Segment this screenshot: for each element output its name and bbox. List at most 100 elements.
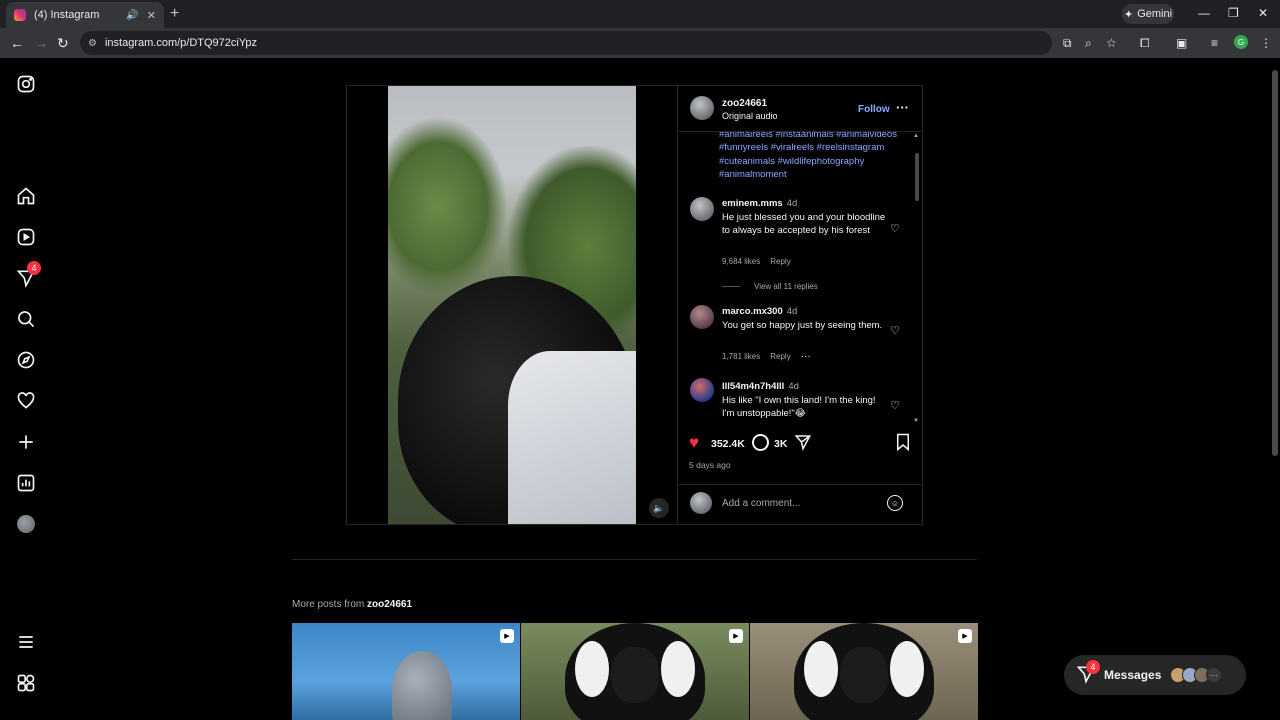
- reel-indicator-icon: ▶: [958, 629, 972, 643]
- comment-username[interactable]: lll54m4n7h4lll 4d: [722, 381, 799, 392]
- messages-button[interactable]: 4 Messages ···: [1064, 655, 1246, 695]
- post-thumbnail[interactable]: ▶: [521, 623, 749, 720]
- comment-username[interactable]: eminem.mms 4d: [722, 198, 797, 209]
- thumbnail-dolphin: [392, 651, 452, 720]
- post-thumbnail[interactable]: ▶: [292, 623, 520, 720]
- also-from-meta-icon[interactable]: [15, 672, 37, 694]
- gibbon-face: [611, 647, 659, 703]
- install-app-icon[interactable]: ⧉: [1063, 36, 1072, 51]
- comment-text: You get so happy just by seeing them.: [722, 320, 883, 331]
- save-bookmark-icon[interactable]: [895, 433, 911, 451]
- comment-meta: 9,684 likes Reply: [722, 257, 801, 266]
- gibbon-face: [840, 647, 888, 703]
- caption-hashtags[interactable]: #animalreels #instaanimals #animalvideos…: [719, 132, 904, 181]
- comment-more-icon[interactable]: ···: [801, 351, 811, 362]
- commenter-avatar[interactable]: [690, 305, 714, 329]
- scroll-up-icon[interactable]: ▲: [913, 133, 919, 139]
- gibbon-cheek: [804, 641, 838, 697]
- audio-label[interactable]: Original audio: [722, 111, 778, 121]
- commenter-avatar[interactable]: [690, 197, 714, 221]
- create-plus-icon[interactable]: [15, 431, 37, 453]
- comment-meta: 1,781 likes Reply ···: [722, 351, 821, 362]
- forward-icon[interactable]: →: [34, 35, 48, 51]
- comment-icon[interactable]: [752, 434, 769, 451]
- comment-like-heart-icon[interactable]: ♡: [890, 222, 900, 235]
- comments-scrollbar[interactable]: ▲ ▼: [913, 133, 921, 426]
- post-thumbnail[interactable]: ▶: [750, 623, 978, 720]
- comment-username-text[interactable]: lll54m4n7h4lll: [722, 381, 784, 392]
- more-posts-username[interactable]: zoo24661: [367, 599, 412, 610]
- notifications-heart-icon[interactable]: [15, 390, 37, 412]
- post-header: zoo24661 Original audio Follow ···: [678, 86, 923, 132]
- commenter-avatar[interactable]: [690, 378, 714, 402]
- comment-reply-button[interactable]: Reply: [770, 257, 790, 266]
- new-tab-icon[interactable]: +: [170, 5, 179, 23]
- comment-username[interactable]: marco.mx300 4d: [722, 306, 797, 317]
- more-posts-prefix: More posts from: [292, 599, 365, 610]
- comment-likes[interactable]: 1,781 likes: [722, 352, 760, 361]
- site-info-icon[interactable]: ⚙: [88, 38, 97, 49]
- url-text: instagram.com/p/DTQ972ciYpz: [104, 37, 257, 49]
- instagram-favicon-icon: [14, 9, 26, 21]
- explore-icon[interactable]: [15, 349, 37, 371]
- home-icon[interactable]: [15, 185, 37, 207]
- gemini-label: Gemini: [1137, 8, 1173, 20]
- like-heart-icon[interactable]: ♥: [689, 433, 699, 453]
- follow-button[interactable]: Follow: [858, 104, 890, 115]
- thumbnail-gibbon: [794, 623, 934, 720]
- comment-username-text[interactable]: eminem.mms: [722, 198, 783, 209]
- page-scroll-thumb[interactable]: [1272, 70, 1278, 456]
- zoom-icon[interactable]: ⌕: [1085, 36, 1092, 51]
- thumbnail-gibbon: [565, 623, 705, 720]
- split-view-icon[interactable]: ▣: [1176, 36, 1187, 50]
- tab-close-icon[interactable]: ✕: [147, 9, 156, 22]
- dashboard-icon[interactable]: [15, 472, 37, 494]
- author-avatar[interactable]: [690, 96, 714, 120]
- instagram-logo-icon[interactable]: [15, 73, 37, 95]
- reload-icon[interactable]: ↻: [57, 35, 69, 52]
- gibbon-cheek: [661, 641, 695, 697]
- gemini-button[interactable]: ✦ Gemini: [1122, 4, 1174, 24]
- more-menu-icon[interactable]: [15, 631, 37, 653]
- search-icon[interactable]: [15, 308, 37, 330]
- notification-badge: 4: [27, 261, 41, 275]
- browser-tab[interactable]: (4) Instagram 🔊 ✕: [6, 2, 164, 28]
- minimize-icon[interactable]: —: [1198, 6, 1210, 20]
- tab-audio-icon[interactable]: 🔊: [126, 10, 138, 21]
- comment-likes[interactable]: 9,684 likes: [722, 257, 760, 266]
- bookmark-star-icon[interactable]: ☆: [1106, 36, 1117, 50]
- address-bar[interactable]: ⚙ instagram.com/p/DTQ972ciYpz: [80, 31, 1052, 55]
- reel-video[interactable]: [388, 86, 636, 524]
- comment-reply-button[interactable]: Reply: [770, 352, 790, 361]
- view-replies-button[interactable]: View all 11 replies: [722, 282, 818, 291]
- profile-avatar[interactable]: [15, 513, 37, 535]
- view-replies-label[interactable]: View all 11 replies: [754, 282, 818, 291]
- restore-icon[interactable]: ❐: [1228, 6, 1239, 20]
- browser-profile-avatar[interactable]: G: [1234, 35, 1248, 49]
- like-count[interactable]: 352.4K: [711, 438, 745, 450]
- reels-icon[interactable]: [15, 226, 37, 248]
- media-control-icon[interactable]: ≡: [1211, 36, 1218, 50]
- comments-list[interactable]: #animalreels #instaanimals #animalvideos…: [678, 132, 923, 426]
- post-media[interactable]: 🔈: [347, 86, 677, 524]
- add-comment-input[interactable]: Add a comment...: [722, 498, 800, 509]
- share-icon[interactable]: [794, 433, 812, 451]
- chrome-menu-icon[interactable]: ⋮: [1260, 36, 1272, 50]
- comment-username-text[interactable]: marco.mx300: [722, 306, 783, 317]
- back-icon[interactable]: ←: [10, 35, 24, 51]
- scroll-down-icon[interactable]: ▼: [913, 418, 919, 424]
- direct-messages-icon[interactable]: 4: [15, 261, 41, 289]
- comment-count[interactable]: 3K: [774, 438, 787, 450]
- comment-age: 4d: [788, 381, 799, 392]
- comments-scroll-thumb[interactable]: [915, 153, 919, 201]
- extensions-icon[interactable]: ⧠: [1140, 36, 1150, 51]
- comment-like-heart-icon[interactable]: ♡: [890, 399, 900, 412]
- more-posts-heading: More posts from zoo24661: [292, 599, 412, 610]
- window-close-icon[interactable]: ✕: [1258, 6, 1268, 20]
- audio-toggle-icon[interactable]: 🔈: [649, 498, 669, 518]
- emoji-picker-icon[interactable]: ☺: [887, 495, 903, 511]
- author-username[interactable]: zoo24661: [722, 98, 767, 109]
- page-scrollbar[interactable]: [1270, 58, 1280, 720]
- more-options-icon[interactable]: ···: [896, 100, 909, 115]
- comment-like-heart-icon[interactable]: ♡: [890, 324, 900, 337]
